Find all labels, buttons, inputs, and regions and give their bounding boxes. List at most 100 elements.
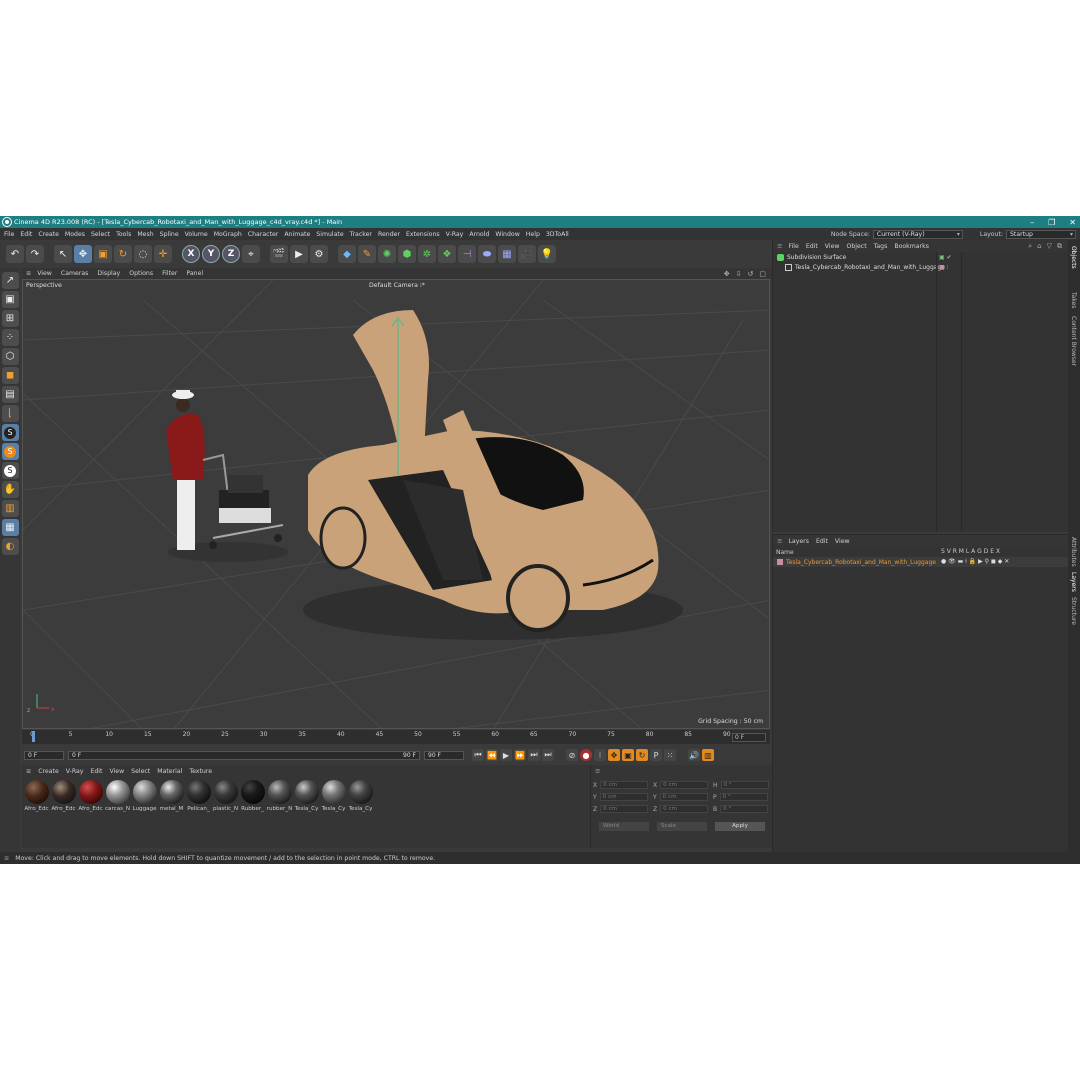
point-mode-icon[interactable]: ⁘ <box>1 329 19 346</box>
menu-tracker[interactable]: Tracker <box>350 231 372 238</box>
material-menu-view[interactable]: View <box>109 768 124 775</box>
tab-takes[interactable]: Takes <box>1070 292 1077 308</box>
layer-menu-edit[interactable]: Edit <box>816 538 828 545</box>
enabled-check-icon[interactable]: ▣ ✔ <box>939 254 952 261</box>
x-axis-lock-icon[interactable]: X <box>182 245 200 263</box>
y-axis-lock-icon[interactable]: Y <box>202 245 220 263</box>
pos-y-field[interactable]: 0 cm <box>599 793 648 801</box>
new-window-icon[interactable]: ⧉ <box>1057 242 1062 251</box>
z-axis-lock-icon[interactable]: Z <box>222 245 240 263</box>
rotate-tool-icon[interactable]: ↻ <box>114 245 132 263</box>
symmetry-icon[interactable]: ◐ <box>1 538 19 555</box>
pos-x-field[interactable]: 0 cm <box>600 781 649 789</box>
workplane-snap-icon[interactable]: S <box>1 462 19 479</box>
end-frame-field[interactable]: 90 F <box>424 750 464 760</box>
3d-viewport[interactable]: z x Perspective Default Camera ⁝* Grid S… <box>22 279 770 729</box>
material-swatch[interactable]: Afro_Edc <box>78 780 103 812</box>
maximize-button[interactable]: ❐ <box>1048 218 1055 227</box>
viewport-menu-filter[interactable]: Filter <box>162 270 177 277</box>
menu-render[interactable]: Render <box>378 231 400 238</box>
render-picture-viewer-icon[interactable]: ▶ <box>290 245 308 263</box>
render-view-icon[interactable]: 🎬 <box>270 245 288 263</box>
object-menu-file[interactable]: File <box>788 243 798 250</box>
make-editable-icon[interactable]: ↗ <box>1 272 19 289</box>
object-row-subdivision-surface[interactable]: Subdivision Surface ▣ ✔ <box>773 252 1068 262</box>
play-icon[interactable]: ▶ <box>500 749 512 761</box>
pan-view-icon[interactable]: ✥ <box>724 270 730 278</box>
menu-file[interactable]: File <box>4 231 14 238</box>
material-menu-vray[interactable]: V-Ray <box>66 768 84 775</box>
timeline-playhead[interactable] <box>32 731 35 742</box>
recent-tools-icon[interactable]: ◌ <box>134 245 152 263</box>
axis-mode-icon[interactable]: ⌊ <box>1 405 19 422</box>
rot-p-field[interactable]: 0 ° <box>719 793 768 801</box>
size-x-field[interactable]: 0 cm <box>660 781 709 789</box>
viewport-menu-hamburger-icon[interactable]: ≡ <box>26 270 31 277</box>
home-icon[interactable]: ⌂ <box>1037 242 1041 251</box>
scale-tool-icon[interactable]: ▣ <box>94 245 112 263</box>
coordinate-menu-hamburger-icon[interactable]: ≡ <box>595 767 600 775</box>
menu-mesh[interactable]: Mesh <box>137 231 153 238</box>
menu-volume[interactable]: Volume <box>185 231 208 238</box>
material-menu-material[interactable]: Material <box>157 768 182 775</box>
layer-row[interactable]: Tesla_Cybercab_Robotaxi_and_Man_with_Lug… <box>773 557 1068 567</box>
model-mode-icon[interactable]: ▣ <box>1 291 19 308</box>
volume-icon[interactable]: ❖ <box>438 245 456 263</box>
viewport-menu-view[interactable]: View <box>37 270 52 277</box>
subdivision-icon[interactable]: ✺ <box>378 245 396 263</box>
next-frame-icon[interactable]: ⏭ <box>528 749 540 761</box>
scale-dropdown[interactable]: Scale <box>657 822 707 831</box>
size-y-field[interactable]: 0 cm <box>659 793 708 801</box>
rot-b-field[interactable]: 0 ° <box>720 805 769 813</box>
menu-select[interactable]: Select <box>91 231 110 238</box>
menu-spline[interactable]: Spline <box>160 231 179 238</box>
preview-range-slider[interactable]: 0 F 90 F <box>68 750 420 760</box>
menu-edit[interactable]: Edit <box>20 231 32 238</box>
field-icon[interactable]: ⬬ <box>478 245 496 263</box>
toggle-view-icon[interactable]: ▢ <box>759 270 766 278</box>
status-menu-hamburger-icon[interactable]: ≡ <box>4 855 9 862</box>
timeline-ruler[interactable]: 0 5 10 15 20 25 30 35 40 45 50 55 60 65 … <box>22 730 770 744</box>
animation-mode-icon[interactable]: 🔊 <box>688 749 700 761</box>
key-pla-icon[interactable]: ⁙ <box>664 749 676 761</box>
material-swatch[interactable]: Afro_Edc <box>24 780 49 812</box>
workplane-icon[interactable]: ▥ <box>1 500 19 517</box>
layer-menu-layers[interactable]: Layers <box>788 538 808 545</box>
polygon-mode-icon[interactable]: ◼ <box>1 367 19 384</box>
material-swatch[interactable]: rubber_N <box>267 780 292 812</box>
cube-icon[interactable]: ◆ <box>338 245 356 263</box>
tab-objects[interactable]: Objects <box>1070 246 1077 269</box>
previous-key-icon[interactable]: ⏪ <box>486 749 498 761</box>
autokey-icon[interactable]: ● <box>580 749 592 761</box>
snap-settings-icon[interactable]: S <box>1 443 19 460</box>
snap-icon[interactable]: S <box>1 424 19 441</box>
material-swatch[interactable]: Tesla_Cy <box>321 780 346 812</box>
current-frame-field[interactable]: 0 F <box>732 733 766 742</box>
dolly-view-icon[interactable]: ⇩ <box>736 270 742 278</box>
object-menu-tags[interactable]: Tags <box>874 243 888 250</box>
rot-h-field[interactable]: 0 ° <box>720 781 769 789</box>
key-scale-icon[interactable]: ▣ <box>622 749 634 761</box>
menu-create[interactable]: Create <box>38 231 59 238</box>
material-menu-hamburger-icon[interactable]: ≡ <box>26 768 31 775</box>
material-swatch[interactable]: Afro_Edc <box>51 780 76 812</box>
material-menu-select[interactable]: Select <box>131 768 150 775</box>
generator-icon[interactable]: ⬢ <box>398 245 416 263</box>
timeline-window-icon[interactable]: ▥ <box>702 749 714 761</box>
material-swatch[interactable]: plastic_N <box>213 780 238 812</box>
create-object-icon[interactable]: ✛ <box>154 245 172 263</box>
menu-window[interactable]: Window <box>495 231 519 238</box>
object-menu-object[interactable]: Object <box>846 243 866 250</box>
menu-mograph[interactable]: MoGraph <box>214 231 242 238</box>
material-menu-edit[interactable]: Edit <box>90 768 102 775</box>
tweak-mode-icon[interactable]: ✋ <box>1 481 19 498</box>
go-to-end-icon[interactable]: ⏭ <box>542 749 554 761</box>
menu-character[interactable]: Character <box>248 231 279 238</box>
menu-simulate[interactable]: Simulate <box>316 231 343 238</box>
size-z-field[interactable]: 0 cm <box>660 805 709 813</box>
object-menu-edit[interactable]: Edit <box>806 243 818 250</box>
material-swatch[interactable]: Tesla_Cy <box>294 780 319 812</box>
menu-tools[interactable]: Tools <box>116 231 131 238</box>
material-swatch[interactable]: Pelican_ <box>186 780 211 812</box>
render-settings-icon[interactable]: ⚙ <box>310 245 328 263</box>
